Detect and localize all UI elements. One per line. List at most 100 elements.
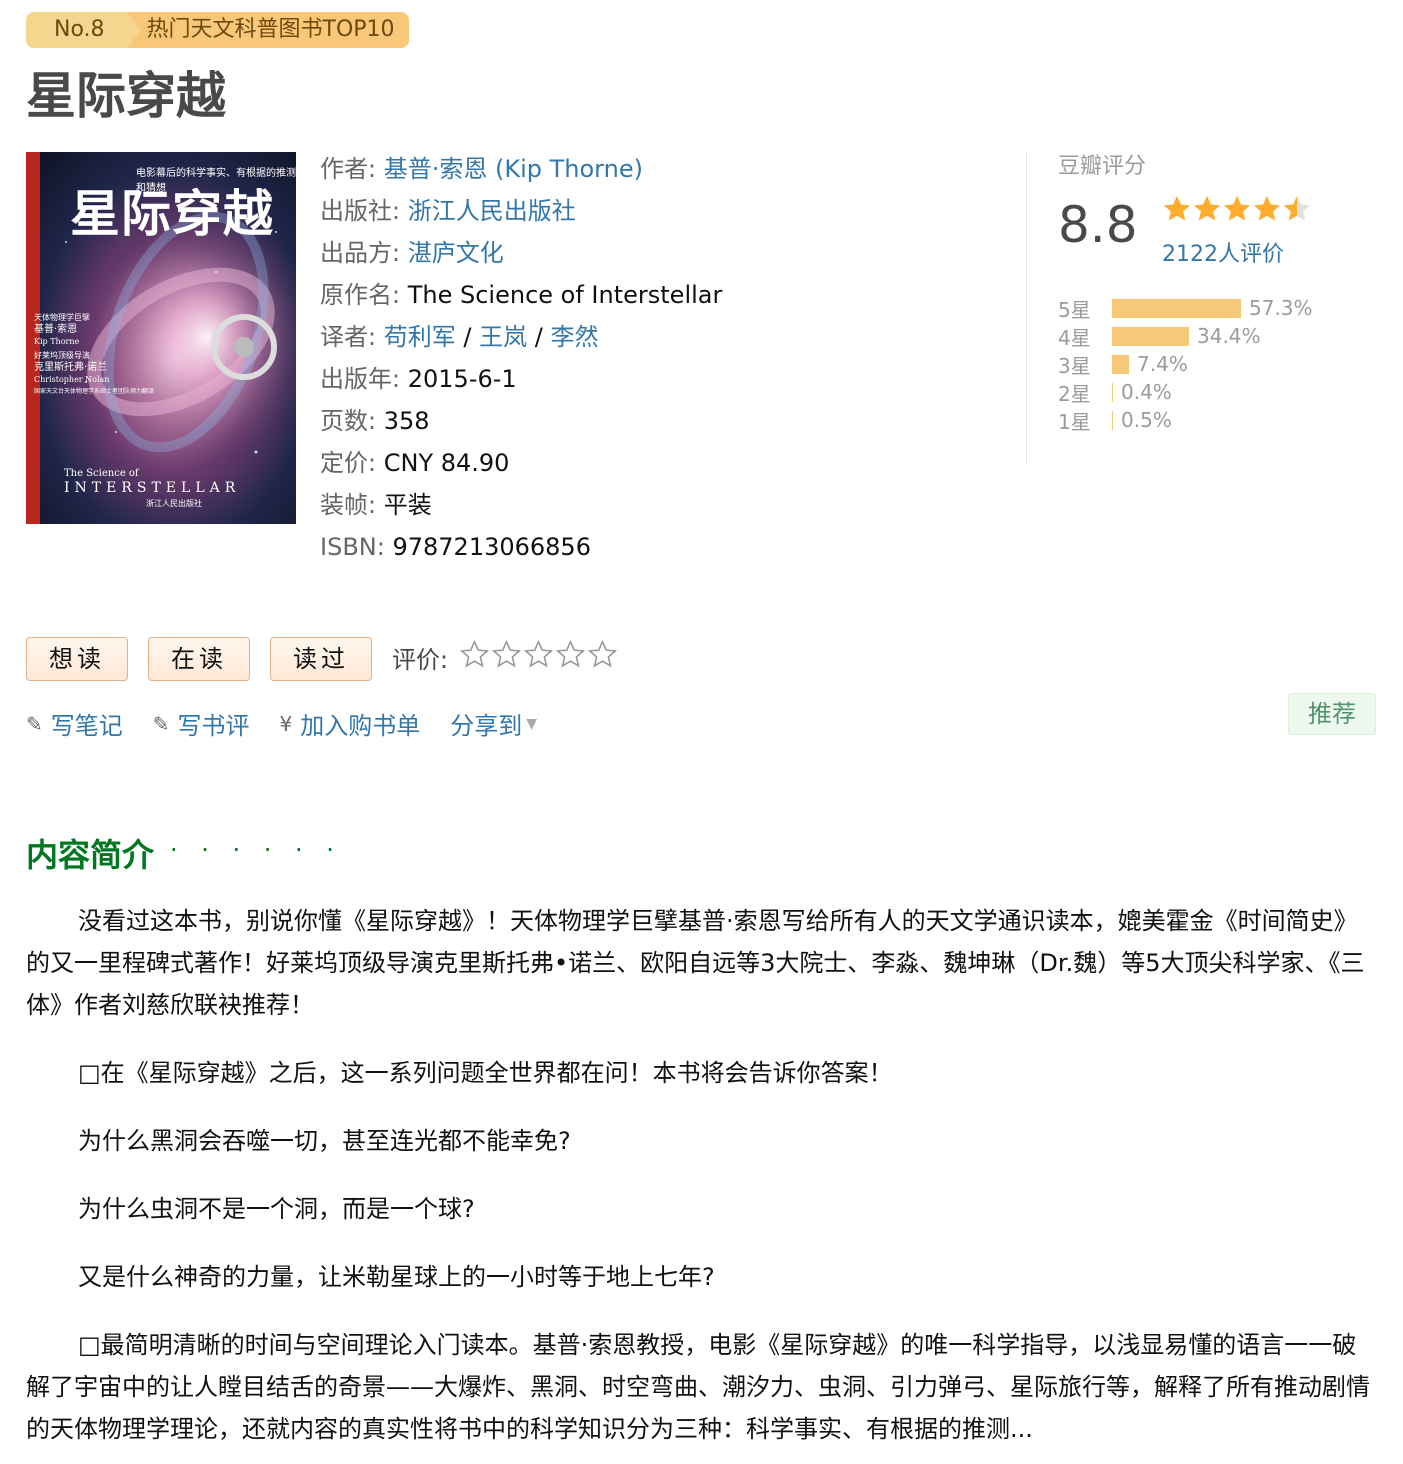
producer-link[interactable]: 湛庐文化 — [408, 239, 504, 267]
empty-star-icon[interactable] — [524, 640, 553, 669]
info-label: ISBN: — [320, 533, 385, 561]
cover-english-title: INTERSTELLAR — [64, 480, 241, 496]
cover-side-line: 基普·索恩 — [34, 324, 78, 335]
distribution-label: 2星 — [1058, 381, 1091, 406]
cover-side-line: 国家天文台天体物理学系硕士者团队倾力翻译 — [34, 388, 155, 395]
rate-label: 评价: — [392, 646, 449, 674]
info-label: 出品方: — [320, 239, 401, 267]
info-value: 平装 — [383, 491, 432, 519]
distribution-bar — [1112, 382, 1113, 402]
rating-score: 8.8 — [1058, 196, 1138, 254]
info-label: 页数: — [320, 407, 377, 435]
badge-list-name[interactable]: 热门天文科普图书TOP10 — [126, 12, 409, 48]
cover-publisher: 浙江人民出版社 — [146, 499, 202, 508]
add-to-booklist-link[interactable]: ¥ 加入购书单 — [280, 706, 421, 741]
tool-label: 写笔记 — [50, 712, 123, 740]
translator-link[interactable]: 苟利军 — [384, 323, 456, 351]
info-binding: 装帧: 平装 — [320, 484, 722, 526]
star-icon — [1253, 195, 1281, 221]
rating-distribution: 5星 57.3% 4星 34.4% 3星 7.4% 2星 0.4% 1星 0.5% — [1058, 294, 1313, 434]
info-author: 作者: 基普·索恩 (Kip Thorne) — [320, 148, 722, 190]
reading-button[interactable]: 在读 — [148, 637, 250, 681]
info-label: 出版社: — [320, 197, 401, 225]
want-to-read-button[interactable]: 想读 — [26, 637, 128, 681]
info-value: 358 — [383, 407, 430, 435]
tool-bar: ✎ 写笔记 ✎ 写书评 ¥ 加入购书单 分享到 ▼ — [26, 706, 567, 741]
recommend-button[interactable]: 推荐 — [1288, 693, 1376, 735]
info-pages: 页数: 358 — [320, 400, 722, 442]
book-info: 作者: 基普·索恩 (Kip Thorne) 出版社: 浙江人民出版社 出品方:… — [320, 148, 722, 568]
tool-label: 分享到 — [450, 712, 523, 740]
pencil-icon: ✎ — [26, 711, 43, 736]
translator-link[interactable]: 王岚 — [479, 323, 527, 351]
rating-distribution-row: 4星 34.4% — [1058, 322, 1313, 350]
book-cover[interactable]: 电影幕后的科学事实、有根据的推测和猜想 星际穿越 天体物理学巨擘 基普·索恩 K… — [26, 152, 296, 524]
separator: / — [534, 323, 543, 351]
distribution-percent: 0.5% — [1121, 408, 1172, 432]
tool-label: 加入购书单 — [300, 712, 421, 740]
info-publisher: 出版社: 浙江人民出版社 — [320, 190, 722, 232]
share-dropdown[interactable]: 分享到 ▼ — [450, 706, 537, 741]
top-list-badge[interactable]: No.8 热门天文科普图书TOP10 — [26, 12, 409, 48]
distribution-label: 4星 — [1058, 325, 1091, 350]
cover-side-line: 克里斯托弗·诺兰 — [34, 362, 108, 373]
cover-title: 星际穿越 — [70, 184, 274, 243]
empty-star-icon[interactable] — [492, 640, 521, 669]
rating-distribution-row: 5星 57.3% — [1058, 294, 1313, 322]
cover-side-line: 天体物理学巨擘 — [34, 313, 90, 322]
empty-star-icon[interactable] — [460, 640, 489, 669]
distribution-bar — [1112, 326, 1189, 346]
distribution-bar — [1112, 410, 1113, 430]
rating-distribution-row: 3星 7.4% — [1058, 350, 1313, 378]
info-label: 装帧: — [320, 491, 377, 519]
translator-link[interactable]: 李然 — [550, 323, 598, 351]
summary-body: 没看过这本书，别说你懂《星际穿越》！天体物理学巨擘基普·索恩写给所有人的天文学通… — [26, 900, 1376, 1464]
distribution-bar — [1112, 298, 1241, 318]
distribution-percent: 7.4% — [1137, 352, 1188, 376]
summary-paragraph: □最简明清晰的时间与空间理论入门读本。基普·索恩教授，电影《星际穿越》的唯一科学… — [26, 1331, 1370, 1443]
star-icon — [1283, 195, 1311, 221]
info-original-title: 原作名: The Science of Interstellar — [320, 274, 722, 316]
info-year: 出版年: 2015-6-1 — [320, 358, 722, 400]
info-label: 出版年: — [320, 365, 401, 393]
info-label: 原作名: — [320, 281, 401, 309]
info-label: 作者: — [320, 155, 377, 183]
distribution-label: 3星 — [1058, 353, 1091, 378]
section-title: 内容简介 — [26, 836, 155, 874]
pencil-icon: ✎ — [152, 711, 170, 736]
cover-english-small: The Science of — [64, 468, 139, 479]
star-icon — [1193, 195, 1221, 221]
page-title: 星际穿越 — [26, 67, 226, 125]
have-read-button[interactable]: 读过 — [270, 637, 372, 681]
info-value: CNY 84.90 — [383, 449, 510, 477]
summary-paragraph: 为什么虫洞不是一个洞，而是一个球? — [78, 1195, 475, 1223]
section-dots: · · · · · · — [170, 836, 342, 864]
write-review-link[interactable]: ✎ 写书评 — [153, 706, 250, 741]
rating-distribution-row: 1星 0.5% — [1058, 406, 1313, 434]
summary-paragraph: 为什么黑洞会吞噬一切，甚至连光都不能幸免? — [78, 1127, 571, 1155]
author-link[interactable]: 基普·索恩 (Kip Thorne) — [384, 155, 643, 183]
info-label: 译者: — [320, 323, 377, 351]
distribution-label: 1星 — [1058, 409, 1091, 434]
summary-paragraph: 没看过这本书，别说你懂《星际穿越》！天体物理学巨擘基普·索恩写给所有人的天文学通… — [26, 907, 1365, 1019]
cover-side-line: Christopher Nolan — [34, 375, 110, 384]
distribution-percent: 0.4% — [1121, 380, 1172, 404]
rating-distribution-row: 2星 0.4% — [1058, 378, 1313, 406]
user-rating-stars[interactable] — [460, 640, 617, 669]
write-note-link[interactable]: ✎ 写笔记 — [26, 706, 123, 741]
separator: / — [463, 323, 472, 351]
yen-icon: ¥ — [279, 711, 293, 736]
tool-label: 写书评 — [177, 712, 250, 740]
rating-divider — [1026, 152, 1027, 464]
distribution-percent: 57.3% — [1249, 296, 1313, 320]
empty-star-icon[interactable] — [556, 640, 585, 669]
empty-star-icon[interactable] — [588, 640, 617, 669]
info-translators: 译者: 苟利军 / 王岚 / 李然 — [320, 316, 722, 358]
publisher-link[interactable]: 浙江人民出版社 — [408, 197, 576, 225]
rating-count-link[interactable]: 2122人评价 — [1162, 236, 1284, 268]
info-price: 定价: CNY 84.90 — [320, 442, 722, 484]
star-icon — [1163, 195, 1191, 221]
info-value: 2015-6-1 — [407, 365, 517, 393]
distribution-percent: 34.4% — [1197, 324, 1261, 348]
info-value: 9787213066856 — [392, 533, 591, 561]
